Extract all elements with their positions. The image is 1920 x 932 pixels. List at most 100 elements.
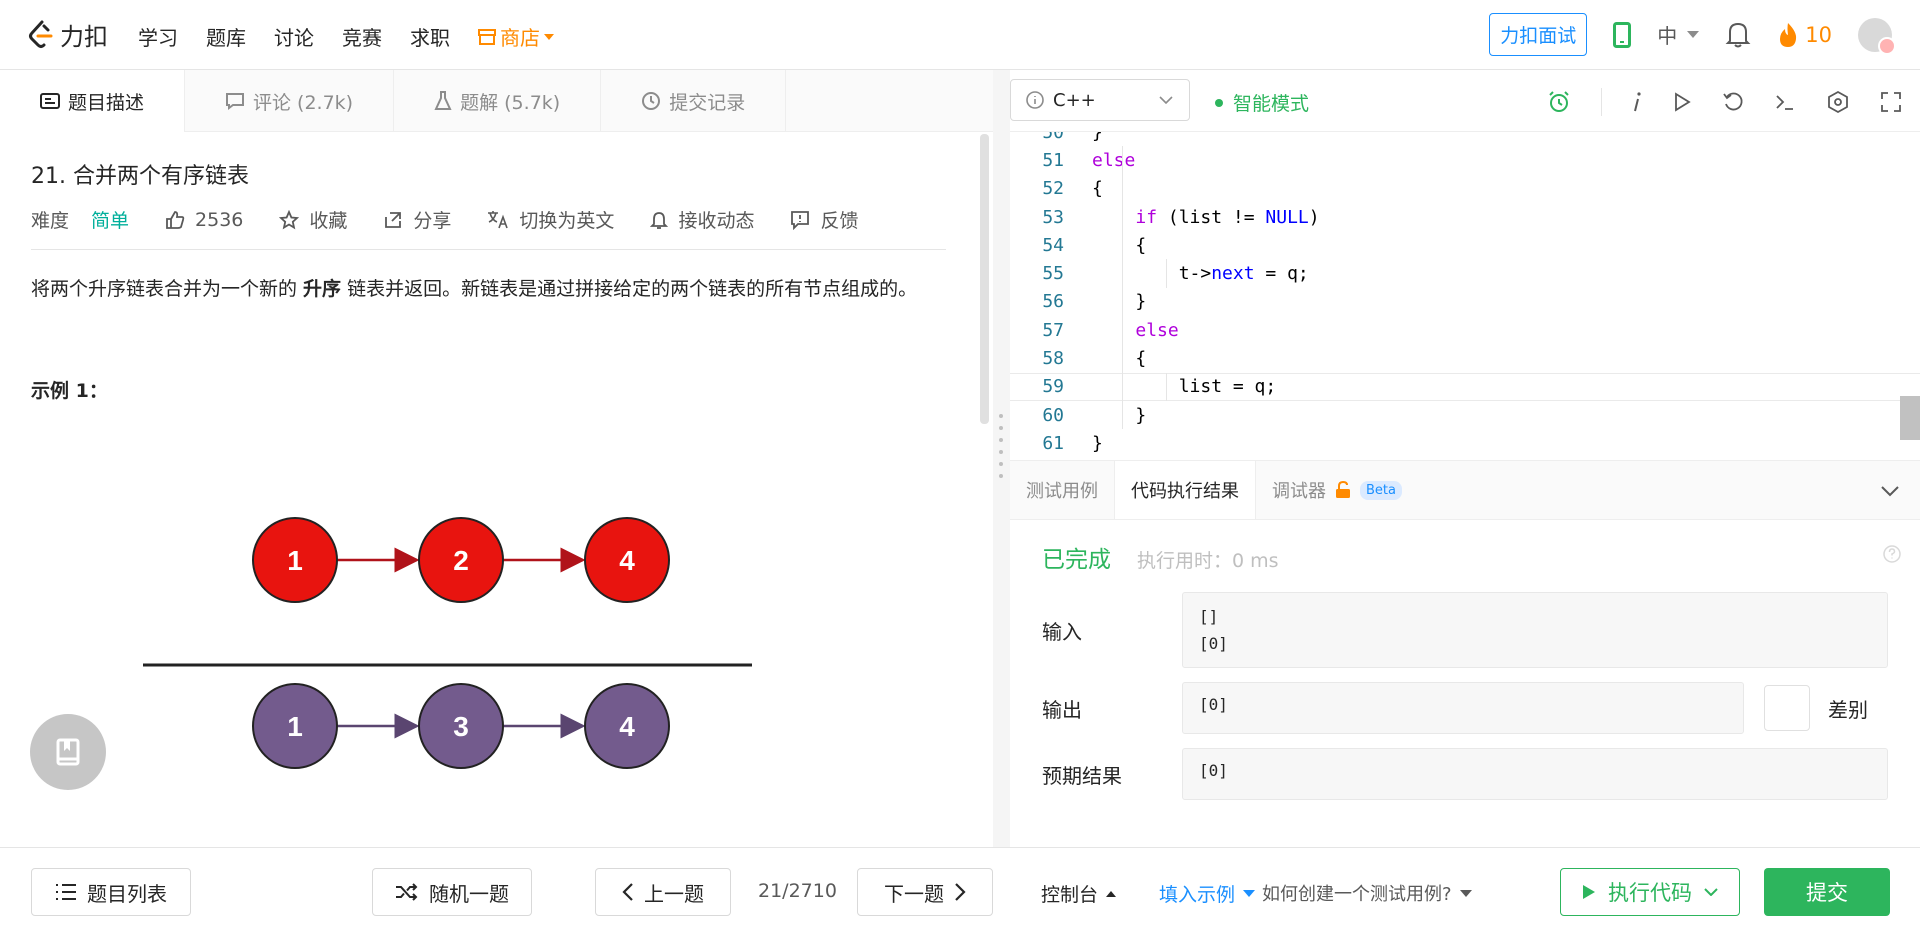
settings-icon[interactable] — [1826, 90, 1850, 114]
info-italic-icon[interactable] — [1632, 91, 1642, 113]
comment-icon — [226, 93, 245, 110]
fullscreen-icon[interactable] — [1880, 91, 1902, 113]
flask-icon — [434, 91, 452, 110]
console-toggle[interactable]: 控制台 — [1041, 880, 1117, 907]
tab-label: 题解 (5.7k) — [460, 91, 561, 114]
pane-splitter[interactable] — [993, 70, 1010, 847]
bell-icon — [650, 211, 669, 229]
tab-solutions[interactable]: 题解 (5.7k) — [394, 70, 602, 132]
run-code-label: 执行代码 — [1608, 881, 1692, 905]
caret-down-icon — [1687, 31, 1700, 38]
nav-link-learn[interactable]: 学习 — [138, 22, 178, 51]
code-line[interactable]: 52 { — [1010, 174, 1920, 203]
code-line[interactable]: 54 { — [1010, 231, 1920, 260]
code-line[interactable]: 60 } — [1010, 400, 1920, 430]
subscribe-button[interactable]: 接收动态 — [650, 206, 754, 233]
bell-icon[interactable] — [1725, 21, 1751, 49]
chevron-down-icon[interactable] — [1880, 485, 1900, 497]
code-line[interactable]: 57 else — [1010, 316, 1920, 345]
code-line[interactable]: 58 { — [1010, 344, 1920, 373]
code-line[interactable]: 50} — [1010, 132, 1920, 146]
tab-submissions[interactable]: 提交记录 — [601, 70, 787, 132]
output-box: [0] — [1182, 682, 1744, 734]
code-line[interactable]: 55 t->next = q; — [1010, 259, 1920, 288]
favorite-button[interactable]: 收藏 — [279, 206, 347, 233]
indent-guide — [1122, 259, 1123, 288]
random-button[interactable]: 随机一题 — [372, 868, 532, 916]
leetcode-logo-icon — [29, 20, 53, 48]
feedback-button[interactable]: 反馈 — [790, 206, 858, 233]
nav-link-discuss[interactable]: 讨论 — [274, 22, 314, 51]
share-button[interactable]: 分享 — [383, 206, 451, 233]
language-select[interactable]: C++ — [1010, 79, 1190, 121]
input-line: [0] — [1199, 634, 1228, 653]
code-line[interactable]: 56 } — [1010, 287, 1920, 317]
nav-link-problemset[interactable]: 题库 — [206, 22, 246, 51]
logo[interactable]: 力扣 — [28, 17, 108, 52]
difficulty: 难度 简单 — [31, 206, 129, 233]
line-number: 59 — [1042, 376, 1064, 398]
submit-button[interactable]: 提交 — [1764, 868, 1890, 916]
code-line[interactable]: 51 else — [1010, 146, 1920, 175]
prev-button[interactable]: 上一题 — [595, 868, 731, 916]
nav-link-shop[interactable]: 商店 — [478, 22, 554, 51]
streak-counter[interactable]: 10 — [1777, 22, 1832, 48]
editor-toolbar: C++ 智能模式 — [1010, 70, 1920, 132]
linked-list-diagram: 1 2 4 1 3 4 1 1 2 3 4 4 — [143, 517, 752, 769]
diff-checkbox[interactable] — [1764, 685, 1810, 731]
help-icon[interactable] — [1882, 544, 1902, 564]
nav-link-jobs[interactable]: 求职 — [410, 22, 450, 51]
bottom-bar: 题目列表 随机一题 上一题 21/2710 下一题 控制台 填入示例 如何创建一… — [0, 847, 1920, 932]
nav-link-contest[interactable]: 竞赛 — [342, 22, 382, 51]
code-text: } — [1092, 291, 1147, 313]
switch-english-button[interactable]: 切换为英文 — [487, 206, 614, 233]
code-editor[interactable]: 50} 51 else 52{53 if (list != NULL) 54 {55 t… — [1010, 132, 1920, 460]
mobile-icon[interactable] — [1613, 21, 1632, 48]
language-select-value: C++ — [1053, 89, 1096, 111]
like-count: 2536 — [195, 208, 244, 231]
fill-example-label: 填入示例 — [1159, 884, 1236, 906]
tab-comments[interactable]: 评论 (2.7k) — [185, 70, 395, 132]
how-to-create-testcase[interactable]: 如何创建一个测试用例? — [1262, 880, 1472, 906]
code-line[interactable]: 61} — [1010, 429, 1920, 457]
code-text: } — [1092, 432, 1103, 454]
statement-text: 将两个升序链表合并为一个新的 — [31, 278, 304, 300]
description-scrollbar[interactable] — [980, 134, 989, 424]
toolbar-divider — [1601, 88, 1602, 116]
node-value: 4 — [619, 545, 635, 576]
diff-toggle[interactable]: 差别 — [1764, 685, 1868, 731]
avatar[interactable] — [1858, 17, 1896, 55]
notebook-button[interactable] — [30, 714, 106, 790]
tab-testcase[interactable]: 测试用例 — [1010, 461, 1114, 519]
line-number: 61 — [1042, 432, 1064, 454]
example-title: 示例 1： — [31, 380, 108, 402]
tab-description[interactable]: 题目描述 — [0, 70, 186, 132]
list-icon — [56, 884, 76, 900]
alarm-clock-icon[interactable] — [1547, 90, 1571, 114]
tab-run-result[interactable]: 代码执行结果 — [1114, 461, 1256, 519]
like-button[interactable]: 2536 — [165, 209, 243, 231]
editor-scrollbar[interactable] — [1900, 396, 1920, 440]
star-icon — [279, 209, 300, 229]
node-value: 4 — [619, 711, 635, 742]
problem-meta: 难度 简单 2536 收藏 分享 切换为英文 接收动态 反馈 — [31, 206, 946, 250]
interview-button[interactable]: 力扣面试 — [1489, 13, 1588, 56]
code-line[interactable]: 53 if (list != NULL) — [1010, 202, 1920, 232]
runtime-text: 执行用时：0 ms — [1137, 550, 1279, 572]
difficulty-label: 难度 — [31, 210, 70, 232]
expected-label: 预期结果 — [1042, 763, 1122, 788]
terminal-icon[interactable] — [1774, 91, 1796, 113]
play-debug-icon[interactable] — [1672, 91, 1692, 113]
fill-example-button[interactable]: 填入示例 — [1159, 880, 1256, 907]
smart-mode[interactable]: 智能模式 — [1215, 89, 1309, 116]
code-line[interactable]: 59 list = q; — [1010, 372, 1920, 401]
next-button[interactable]: 下一题 — [857, 868, 993, 916]
line-number: 50 — [1042, 132, 1064, 143]
run-code-button[interactable]: 执行代码 — [1560, 868, 1740, 916]
tab-debugger[interactable]: 调试器 Beta — [1256, 461, 1418, 519]
problem-list-button[interactable]: 题目列表 — [31, 868, 191, 916]
page-indicator: 21/2710 — [758, 880, 837, 902]
output-row: 输出 [0] 差别 — [1042, 682, 1902, 734]
reset-icon[interactable] — [1722, 91, 1744, 113]
language-switch[interactable]: 中 — [1657, 20, 1700, 49]
